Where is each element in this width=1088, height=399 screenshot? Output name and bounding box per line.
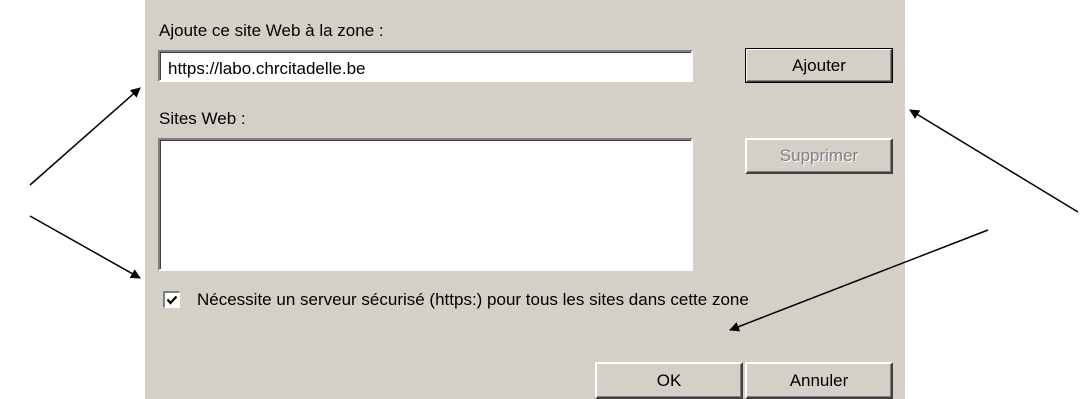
arrow-to-url-input (29, 87, 141, 186)
arrow-to-ok-area (729, 229, 989, 332)
screenshot: Ajoute ce site Web à la zone : https://l… (0, 0, 1088, 399)
arrow-to-checkbox (29, 215, 141, 279)
annotation-arrows (29, 87, 1079, 332)
arrow-to-add-button (909, 109, 1079, 213)
